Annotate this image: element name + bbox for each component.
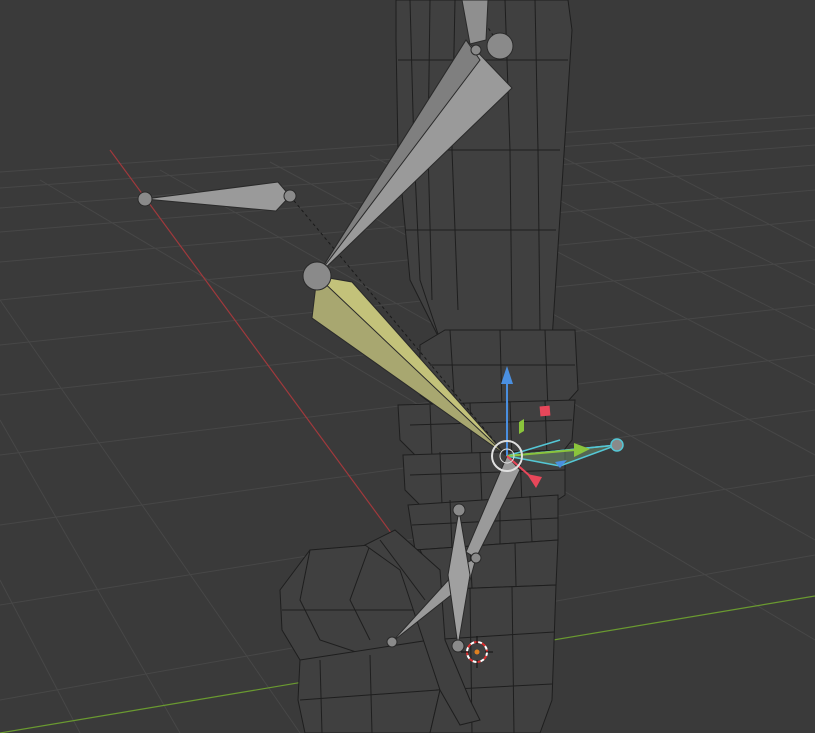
joint-top-small[interactable]	[470, 44, 482, 56]
joint-foot-end[interactable]	[386, 636, 398, 648]
joint-knee[interactable]	[302, 261, 332, 291]
joint-top[interactable]	[486, 32, 514, 60]
gizmo-plane-xz[interactable]	[539, 405, 551, 417]
joint-toe-end[interactable]	[451, 639, 465, 653]
joint-ik-tail[interactable]	[283, 189, 297, 203]
joint-ik-head[interactable]	[137, 191, 153, 207]
joint-active-tail[interactable]	[610, 438, 624, 452]
3d-cursor-center	[474, 649, 480, 655]
3d-viewport[interactable]	[0, 0, 815, 733]
joint-toe-top[interactable]	[452, 503, 466, 517]
viewport-canvas[interactable]	[0, 0, 815, 733]
joint-heel[interactable]	[470, 552, 482, 564]
